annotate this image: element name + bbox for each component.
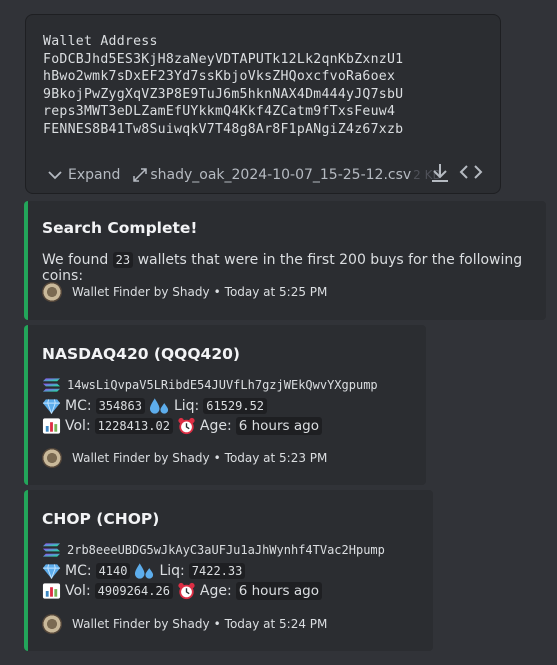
mc-liq-line: MC: 354863 Liq: 61529.52 [42, 397, 268, 415]
mc-label: MC: [65, 398, 92, 414]
preview-line: 9BkojPwZygXqVZ3P8E9TuJ6m5hknNAX4Dm444yJQ… [43, 86, 404, 102]
liq-label: Liq: [173, 398, 200, 414]
view-code-button[interactable] [459, 163, 483, 185]
preview-line: reps3MWT3eDLZamEfUYkkmQ4Kkf4ZCatm9fTxsFe… [43, 104, 396, 120]
mc-value: 354863 [95, 398, 145, 414]
bar-chart-icon [42, 582, 61, 600]
solana-icon [42, 376, 61, 394]
alarm-clock-icon [177, 582, 196, 600]
coin-address: 2rb8eeeUBDG5wJkAyC3aUFJu1aJhWynhf4TVac2H… [67, 543, 385, 557]
footer-separator: • [213, 617, 221, 631]
bot-avatar [42, 282, 62, 302]
coin-title: NASDAQ420 (QQQ420) [42, 345, 240, 363]
expand-arrows-icon [133, 168, 148, 182]
footer-separator: • [213, 451, 221, 465]
footer-separator: • [213, 285, 221, 299]
file-attachment: Wallet Address FoDCBJhd5ES3KjH8zaNeyVDTAP… [25, 14, 501, 194]
vol-label: Vol: [65, 583, 91, 599]
age-value: 6 hours ago [235, 582, 322, 600]
download-button[interactable] [429, 162, 451, 188]
chevron-down-icon [48, 171, 62, 180]
mc-value: 4140 [95, 563, 131, 579]
file-footer: Expand shady_oak_2024-10-07_15-25-12.csv… [26, 157, 500, 193]
embed-footer: Wallet Finder by Shady • Today at 5:23 P… [42, 448, 327, 468]
file-name: shady_oak_2024-10-07_15-25-12.csv [150, 167, 412, 183]
age-label: Age: [199, 418, 232, 434]
coin-embed: NASDAQ420 (QQQ420) 14wsLiQvpaV5LRibdE54J… [24, 325, 426, 485]
embed-description: We found 23 wallets that were in the fir… [42, 252, 546, 284]
footer-time: Today at 5:23 PM [224, 451, 328, 465]
coin-address: 14wsLiQvpaV5LRibdE54JUVfLh7gzjWEkQwvYXgp… [67, 378, 378, 392]
footer-author: Wallet Finder by Shady [72, 617, 210, 631]
preview-line: FENNES8B41Tw8SuiwqkV7T48g8Ar8F1pANgiZ4z6… [43, 121, 404, 137]
vol-age-line: Vol: 1228413.02 Age: 6 hours ago [42, 417, 322, 435]
gem-icon [42, 397, 61, 415]
alarm-clock-icon [177, 417, 196, 435]
mc-label: MC: [65, 563, 92, 579]
search-complete-embed: Search Complete! We found 23 wallets tha… [24, 201, 546, 320]
download-icon [432, 164, 448, 182]
expand-button[interactable]: Expand [48, 167, 120, 183]
liq-value: 61529.52 [203, 398, 268, 414]
age-label: Age: [199, 583, 232, 599]
vol-age-line: Vol: 4909264.26 Age: 6 hours ago [42, 582, 322, 600]
desc-before: We found [42, 252, 109, 268]
gem-icon [42, 562, 61, 580]
footer-time: Today at 5:25 PM [224, 285, 328, 299]
droplets-icon [149, 397, 170, 415]
age-value: 6 hours ago [235, 417, 322, 435]
preview-line: hBwo2wmk7sDxEF23Yd7ssKbjoVksZHQoxcfvoRa6… [43, 69, 396, 85]
footer-time: Today at 5:24 PM [224, 617, 328, 631]
bot-avatar [42, 614, 62, 634]
coin-title: CHOP (CHOP) [42, 510, 160, 528]
droplets-icon [134, 562, 155, 580]
vol-value: 1228413.02 [94, 418, 173, 434]
bot-avatar [42, 448, 62, 468]
vol-value: 4909264.26 [94, 583, 173, 599]
file-name-link[interactable]: shady_oak_2024-10-07_15-25-12.csv 2 KB [132, 167, 441, 183]
file-preview: Wallet Address FoDCBJhd5ES3KjH8zaNeyVDTAP… [43, 33, 403, 139]
liq-label: Liq: [159, 563, 185, 579]
address-line: 14wsLiQvpaV5LRibdE54JUVfLh7gzjWEkQwvYXgp… [42, 376, 378, 394]
expand-label: Expand [68, 167, 121, 183]
preview-line: FoDCBJhd5ES3KjH8zaNeyVDTAPUTk12Lk2qnKbZx… [43, 51, 404, 67]
code-icon [459, 165, 483, 179]
mc-liq-line: MC: 4140 Liq: 7422.33 [42, 562, 246, 580]
footer-author: Wallet Finder by Shady [72, 285, 210, 299]
solana-icon [42, 541, 61, 559]
wallet-count: 23 [112, 252, 134, 268]
embed-title: Search Complete! [42, 219, 198, 237]
preview-line: Wallet Address [43, 34, 158, 49]
vol-label: Vol: [65, 418, 91, 434]
footer-author: Wallet Finder by Shady [72, 451, 210, 465]
address-line: 2rb8eeeUBDG5wJkAyC3aUFJu1aJhWynhf4TVac2H… [42, 541, 385, 559]
liq-value: 7422.33 [188, 563, 246, 579]
embed-footer: Wallet Finder by Shady • Today at 5:25 P… [42, 282, 327, 302]
bar-chart-icon [42, 417, 61, 435]
embed-footer: Wallet Finder by Shady • Today at 5:24 P… [42, 614, 327, 634]
coin-embed: CHOP (CHOP) 2rb8eeeUBDG5wJkAyC3aUFJu1aJh… [24, 490, 433, 651]
